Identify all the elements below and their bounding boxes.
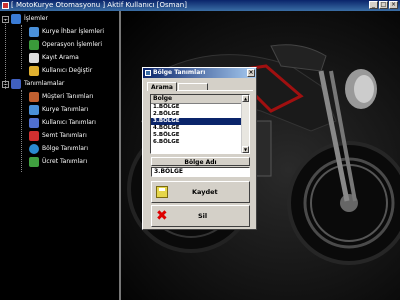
app-icon: [2, 2, 9, 9]
list-header: Bolge: [151, 95, 249, 104]
main-background: Bölge Tanımları × Arama Bolge 1.BÖLGE 2.…: [121, 11, 400, 300]
book-icon: [11, 79, 21, 89]
navigation-tree: − İşlemler Kurye İhbar İşlemleri Operasy…: [0, 11, 121, 300]
flag-icon: [29, 131, 39, 141]
tree-item-kurye-ihbar[interactable]: Kurye İhbar İşlemleri: [29, 26, 104, 38]
app-title-bar: [ MotoKurye Otomasyonu ] Aktif Kullanıcı…: [0, 0, 400, 11]
tree-item-label: Kurye İhbar İşlemleri: [42, 28, 105, 35]
tree-item-label: Kurye Tanımları: [42, 106, 89, 113]
money-icon: [29, 157, 39, 167]
dialog-close-button[interactable]: ×: [247, 69, 255, 77]
list-scrollbar[interactable]: ▲ ▼: [241, 95, 249, 153]
search-icon: [29, 53, 39, 63]
dialog-title-bar: Bölge Tanımları ×: [143, 68, 256, 78]
tree-item-kullanici-degistir[interactable]: Kullanıcı Değiştir: [29, 65, 92, 77]
tree-group-label: Tanımlamalar: [24, 80, 65, 87]
tree-item-label: Bölge Tanımları: [42, 145, 89, 152]
collapse-icon[interactable]: −: [2, 15, 9, 23]
tree-item-label: Kayıt Arama: [42, 54, 79, 61]
list-item[interactable]: 6.BÖLGE: [151, 139, 249, 146]
minimize-button[interactable]: _: [369, 1, 378, 9]
tree-group-tanimlamalar[interactable]: − Tanımlamalar: [2, 78, 64, 90]
tree-item-label: Operasyon İşlemleri: [42, 41, 103, 48]
delete-button[interactable]: ✖ Sil: [151, 205, 250, 227]
bolge-list[interactable]: Bolge 1.BÖLGE 2.BÖLGE 3.BÖLGE 4.BÖLGE 5.…: [150, 94, 250, 154]
courier-icon: [29, 105, 39, 115]
operation-icon: [29, 40, 39, 50]
bolge-adi-input[interactable]: 3.BÖLGE: [151, 167, 250, 177]
dialog-icon: [145, 70, 151, 76]
tree-item-label: Kullanıcı Tanımları: [42, 119, 96, 126]
delete-label: Sil: [198, 212, 208, 220]
tab-arama[interactable]: Arama: [147, 82, 177, 91]
save-button[interactable]: Kaydet: [151, 181, 250, 203]
bolge-dialog: Bölge Tanımları × Arama Bolge 1.BÖLGE 2.…: [142, 67, 257, 230]
tree-item-kayit-arama[interactable]: Kayıt Arama: [29, 52, 79, 64]
customer-icon: [29, 92, 39, 102]
scroll-up-icon[interactable]: ▲: [242, 95, 249, 102]
app-title: [ MotoKurye Otomasyonu ] Aktif Kullanıcı…: [11, 1, 187, 9]
tree-item-kullanici[interactable]: Kullanıcı Tanımları: [29, 117, 96, 129]
user-icon: [29, 118, 39, 128]
tree-item-musteri[interactable]: Müşteri Tanımları: [29, 91, 93, 103]
collapse-icon[interactable]: −: [2, 80, 9, 88]
tree-connector: [21, 25, 22, 69]
tree-item-kurye[interactable]: Kurye Tanımları: [29, 104, 88, 116]
tree-group-islemler[interactable]: − İşlemler: [2, 13, 48, 25]
tree-item-label: Semt Tanımları: [42, 132, 87, 139]
save-label: Kaydet: [192, 188, 218, 196]
tree-item-label: Müşteri Tanımları: [42, 93, 94, 100]
maximize-button[interactable]: □: [379, 1, 388, 9]
tree-item-operasyon[interactable]: Operasyon İşlemleri: [29, 39, 102, 51]
tree-item-ucret[interactable]: Ücret Tanımları: [29, 156, 87, 168]
tree-group-label: İşlemler: [24, 15, 48, 22]
tree-item-label: Kullanıcı Değiştir: [42, 67, 93, 74]
tab-divider: [177, 90, 253, 91]
tree-connector: [21, 90, 22, 172]
list-item[interactable]: 2.BÖLGE: [151, 111, 249, 118]
list-item[interactable]: 1.BÖLGE: [151, 104, 249, 111]
courier-icon: [29, 27, 39, 37]
list-item[interactable]: 4.BÖLGE: [151, 125, 249, 132]
close-button[interactable]: ×: [389, 1, 398, 9]
key-icon: [29, 66, 39, 76]
delete-icon: ✖: [156, 208, 168, 224]
tree-item-bolge[interactable]: Bölge Tanımları: [29, 143, 88, 155]
tree-item-semt[interactable]: Semt Tanımları: [29, 130, 87, 142]
dialog-title: Bölge Tanımları: [153, 69, 206, 76]
tree-item-label: Ücret Tanımları: [42, 158, 88, 165]
list-item-selected[interactable]: 3.BÖLGE: [151, 118, 249, 125]
users-icon: [11, 14, 21, 24]
save-icon: [156, 186, 168, 198]
window-controls: _ □ ×: [369, 1, 398, 9]
scroll-down-icon[interactable]: ▼: [242, 146, 249, 153]
globe-icon: [29, 144, 39, 154]
list-item[interactable]: 5.BÖLGE: [151, 132, 249, 139]
bolge-adi-label: Bölge Adı: [151, 157, 250, 166]
